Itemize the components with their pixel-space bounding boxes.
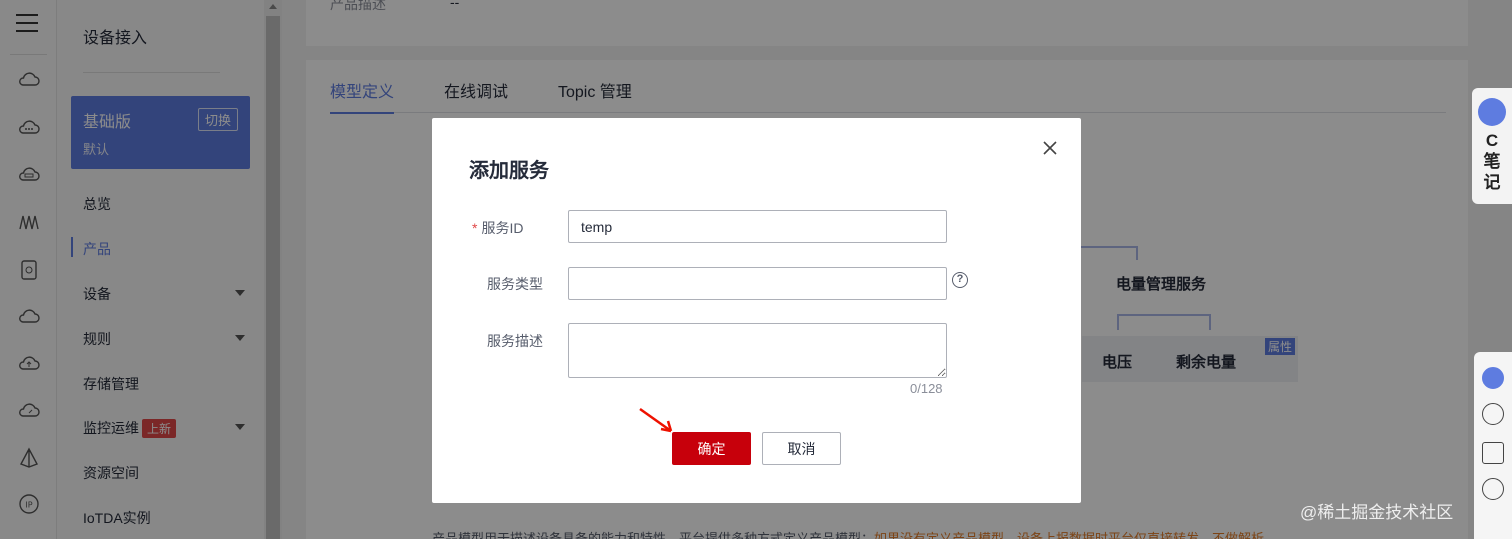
cancel-button[interactable]: 取消	[762, 432, 841, 465]
service-type-label: 服务类型	[487, 276, 543, 292]
floating-toolbar	[1474, 352, 1512, 539]
service-desc-label: 服务描述	[487, 333, 543, 349]
char-counter: 0/128	[910, 381, 943, 396]
help-icon[interactable]	[1482, 403, 1504, 425]
dialog-title: 添加服务	[469, 160, 549, 182]
smile-icon[interactable]	[1482, 478, 1504, 500]
question-icon[interactable]: ?	[952, 272, 968, 288]
red-arrow-annotation	[639, 407, 673, 433]
note-plugin-tab[interactable]: C笔记	[1472, 88, 1512, 204]
customer-service-icon[interactable]	[1482, 367, 1504, 389]
watermark: @稀土掘金技术社区	[1300, 503, 1454, 522]
add-service-dialog: 添加服务 *服务ID 服务类型 ? 服务描述 0/128 确定 取消	[432, 118, 1081, 503]
service-id-label-text: 服务ID	[481, 220, 524, 236]
service-type-input[interactable]	[568, 267, 947, 300]
note-label: C笔记	[1483, 131, 1501, 192]
service-id-label: * 服务ID	[472, 218, 523, 238]
feedback-edit-icon[interactable]	[1482, 442, 1504, 464]
required-mark: *	[472, 220, 478, 236]
service-id-input[interactable]	[568, 210, 947, 243]
confirm-button[interactable]: 确定	[672, 432, 751, 465]
close-icon[interactable]	[1042, 140, 1058, 156]
service-desc-textarea[interactable]	[568, 323, 947, 378]
note-icon	[1478, 98, 1506, 126]
